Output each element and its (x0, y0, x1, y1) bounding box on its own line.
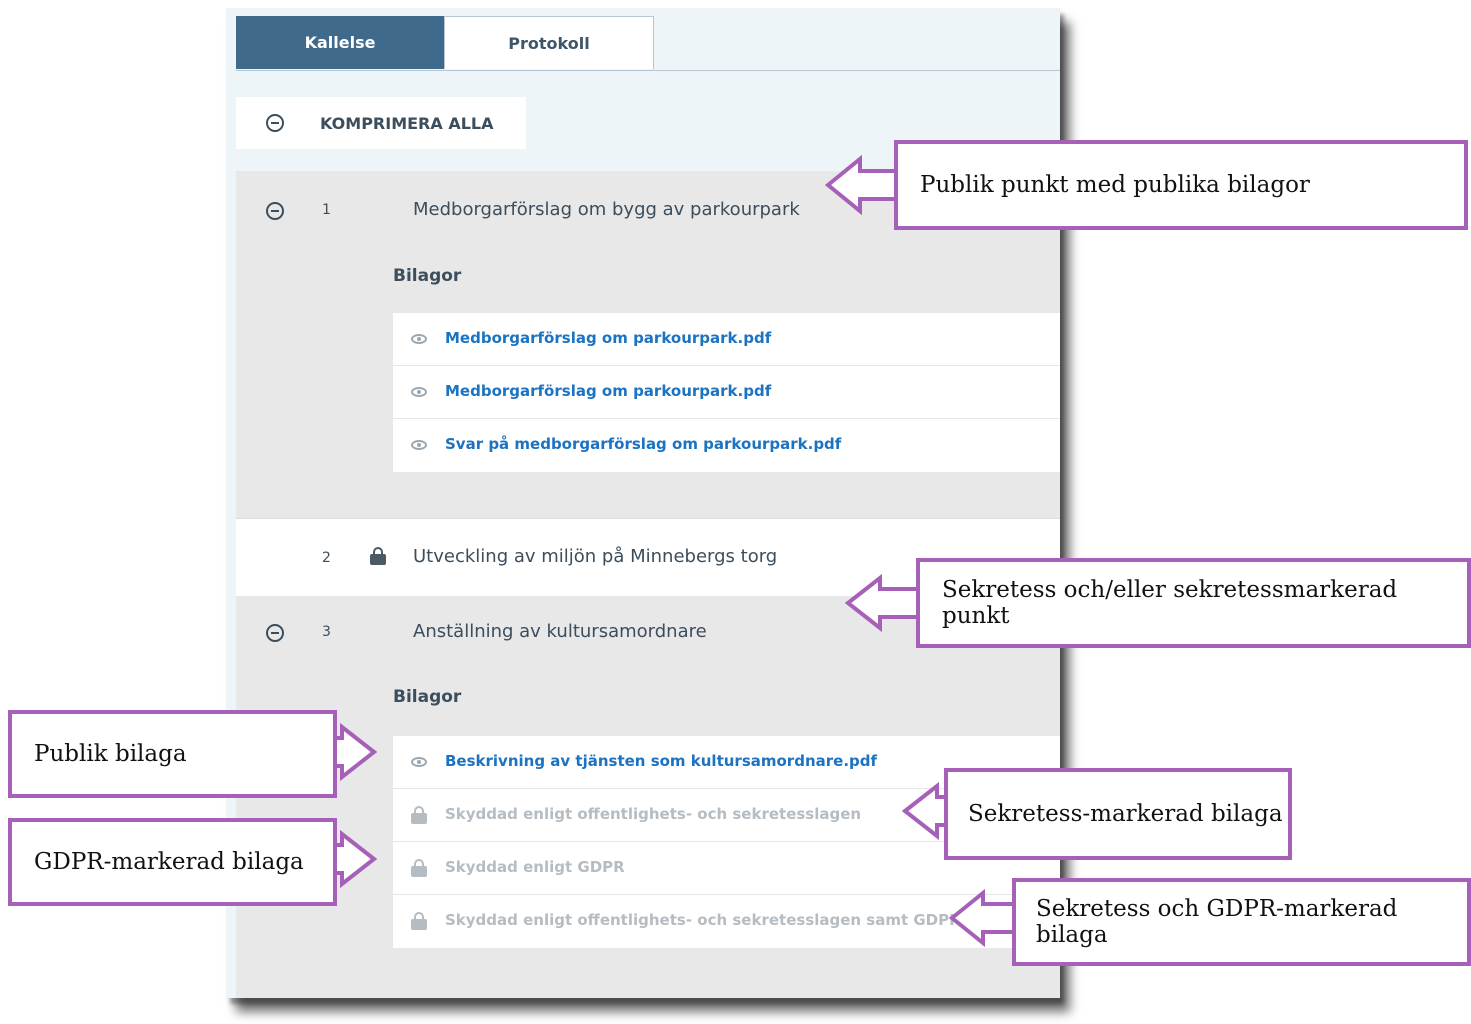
attachment-link[interactable]: Medborgarförslag om parkourpark.pdf (445, 329, 771, 347)
attachment-link[interactable]: Beskrivning av tjänsten som kultursamord… (445, 752, 877, 770)
callout-public-attachment: Publik bilaga (8, 710, 337, 798)
lock-icon (411, 859, 427, 877)
attachments-heading: Bilagor (393, 266, 462, 286)
collapse-all-label: KOMPRIMERA ALLA (320, 113, 494, 133)
callout-text: Sekretess och/eller sekretessmarkerad pu… (942, 577, 1398, 629)
callout-text: GDPR-markerad bilaga (34, 849, 304, 875)
collapse-all-button[interactable]: KOMPRIMERA ALLA (236, 97, 526, 149)
attachment-row[interactable]: Medborgarförslag om parkourpark.pdf (393, 366, 1060, 419)
attachment-row[interactable]: Medborgarförslag om parkourpark.pdf (393, 313, 1060, 366)
attachment-row-protected: Skyddad enligt offentlighets- och sekret… (393, 895, 1060, 948)
eye-icon (411, 334, 427, 344)
callout-secret-item: Sekretess och/eller sekretessmarkerad pu… (916, 558, 1471, 648)
attachments-heading: Bilagor (393, 687, 462, 707)
callout-gdpr-attachment: GDPR-markerad bilaga (8, 818, 337, 906)
item-title: Anställning av kultursamordnare (413, 621, 707, 642)
item-title: Utveckling av miljön på Minnebergs torg (413, 546, 778, 567)
lock-icon (411, 912, 427, 930)
protected-attachment-text: Skyddad enligt offentlighets- och sekret… (445, 911, 961, 929)
callout-text: Sekretess och GDPR-markerad bilaga (1036, 896, 1398, 948)
attachment-row[interactable]: Svar på medborgarförslag om parkourpark.… (393, 419, 1060, 472)
lock-icon (370, 547, 386, 565)
minus-circle-icon[interactable] (266, 202, 284, 220)
eye-icon (411, 757, 427, 767)
attachment-link[interactable]: Medborgarförslag om parkourpark.pdf (445, 382, 771, 400)
protected-attachment-text: Skyddad enligt GDPR (445, 858, 625, 876)
protected-attachment-text: Skyddad enligt offentlighets- och sekret… (445, 805, 862, 823)
lock-icon (411, 806, 427, 824)
item-number: 3 (322, 624, 331, 640)
attachment-list: Medborgarförslag om parkourpark.pdf Medb… (393, 313, 1060, 472)
minus-circle-icon[interactable] (266, 624, 284, 642)
callout-secret-gdpr-attachment: Sekretess och GDPR-markerad bilaga (1012, 878, 1471, 966)
tab-kallelse[interactable]: Kallelse (236, 16, 444, 69)
tab-bar: Kallelse Protokoll (236, 16, 1060, 71)
attachment-link[interactable]: Svar på medborgarförslag om parkourpark.… (445, 435, 841, 453)
item-number: 2 (322, 550, 331, 566)
item-title: Medborgarförslag om bygg av parkourpark (413, 199, 800, 220)
callout-text: Publik bilaga (34, 741, 187, 767)
callout-public-item: Publik punkt med publika bilagor (894, 140, 1468, 230)
item-number: 1 (322, 202, 331, 218)
callout-text: Sekretess-markerad bilaga (968, 801, 1283, 827)
tab-protokoll[interactable]: Protokoll (444, 16, 654, 69)
agenda-item-3: 3 Anställning av kultursamordnare Bilago… (236, 596, 1060, 998)
minus-circle-icon (266, 114, 284, 132)
callout-text: Publik punkt med publika bilagor (920, 172, 1310, 198)
eye-icon (411, 387, 427, 397)
callout-secret-attachment: Sekretess-markerad bilaga (944, 768, 1292, 860)
eye-icon (411, 440, 427, 450)
